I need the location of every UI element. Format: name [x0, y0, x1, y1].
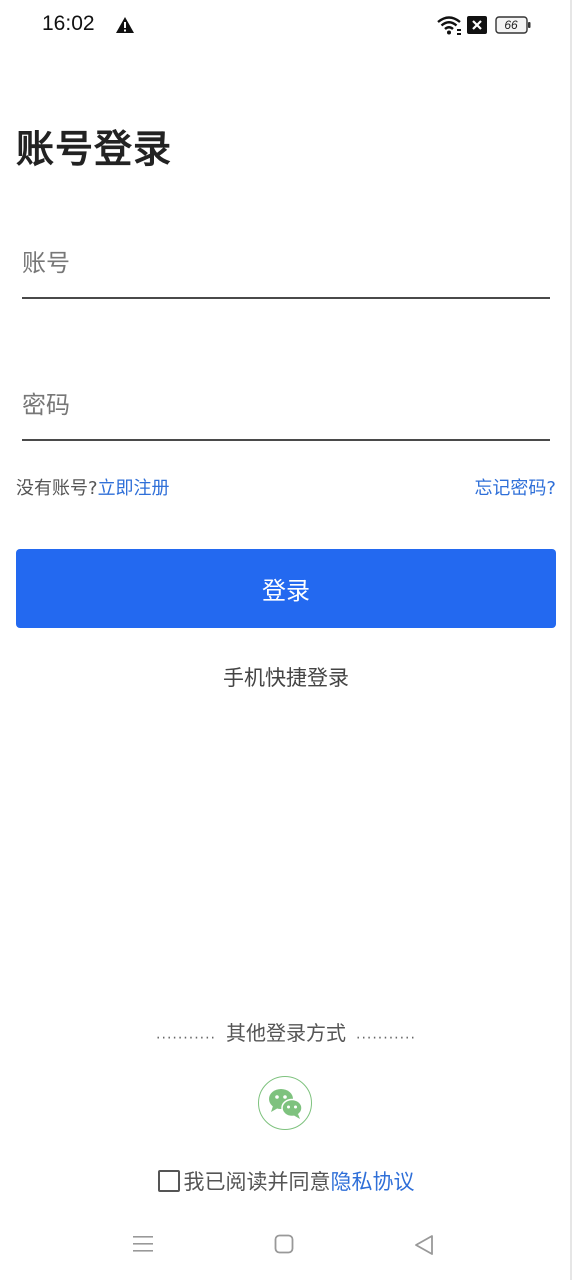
divider-dots-left: ........... — [156, 1026, 216, 1043]
forgot-password-link[interactable]: 忘记密码? — [474, 474, 556, 500]
battery-level: 66 — [504, 18, 518, 32]
home-icon[interactable] — [274, 1234, 294, 1254]
wechat-icon — [269, 1089, 303, 1119]
menu-icon[interactable] — [132, 1234, 154, 1254]
no-account-prompt: 没有账号?立即注册 — [16, 474, 170, 500]
status-time: 16:02 — [42, 12, 95, 35]
status-bar: 16:02 66 — [0, 0, 572, 52]
divider-dots-right: ........... — [356, 1026, 416, 1043]
page-title: 账号登录 — [16, 127, 173, 171]
links-row: 没有账号?立即注册 忘记密码? — [16, 474, 556, 500]
login-button[interactable]: 登录 — [16, 549, 556, 628]
account-input[interactable] — [22, 243, 550, 283]
agreement-row: 我已阅读并同意隐私协议 — [0, 1166, 572, 1196]
account-field — [22, 227, 550, 299]
register-link[interactable]: 立即注册 — [98, 478, 170, 499]
password-field — [22, 369, 550, 441]
no-account-text: 没有账号? — [16, 478, 98, 499]
system-nav-bar — [0, 1222, 572, 1268]
close-box-icon — [467, 16, 487, 34]
agreement-text: 我已阅读并同意 — [183, 1170, 331, 1194]
agree-checkbox[interactable] — [157, 1170, 180, 1192]
wechat-login-button[interactable] — [258, 1076, 312, 1130]
phone-quick-login-link[interactable]: 手机快捷登录 — [0, 662, 572, 692]
back-icon[interactable] — [414, 1234, 434, 1256]
other-login-label: 其他登录方式 — [226, 1021, 346, 1045]
warning-icon — [115, 16, 135, 34]
wifi-icon — [436, 14, 462, 36]
battery-icon: 66 — [495, 16, 531, 34]
password-input[interactable] — [22, 385, 550, 425]
other-login-methods: ........... 其他登录方式........... — [0, 1017, 572, 1046]
privacy-policy-link[interactable]: 隐私协议 — [331, 1170, 415, 1194]
